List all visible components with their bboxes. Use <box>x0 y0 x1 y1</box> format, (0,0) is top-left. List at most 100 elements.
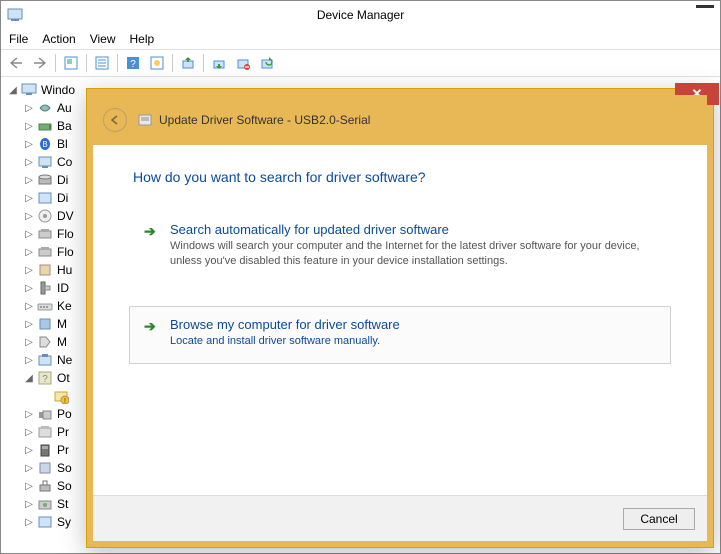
chevron-right-icon[interactable]: ▷ <box>23 499 35 510</box>
menu-view[interactable]: View <box>90 32 116 46</box>
dialog-footer: Cancel <box>93 495 707 541</box>
chevron-down-icon[interactable]: ◢ <box>23 373 35 384</box>
tree-item-label: Sy <box>57 515 71 529</box>
svg-text:?: ? <box>130 59 136 70</box>
device-category-icon <box>37 442 53 458</box>
show-hide-tree-icon[interactable] <box>60 52 82 74</box>
chevron-right-icon[interactable]: ▷ <box>23 463 35 474</box>
tree-item-label: Di <box>57 173 68 187</box>
tree-item-label: Pr <box>57 443 69 457</box>
chevron-right-icon[interactable]: ▷ <box>23 193 35 204</box>
tree-item-label: So <box>57 479 72 493</box>
help-icon[interactable]: ? <box>122 52 144 74</box>
device-category-icon <box>37 244 53 260</box>
device-category-icon: ? <box>37 370 53 386</box>
chevron-right-icon[interactable]: ▷ <box>23 319 35 330</box>
svg-text:B: B <box>42 140 47 149</box>
chevron-right-icon[interactable]: ▷ <box>23 355 35 366</box>
dialog-header: Update Driver Software - USB2.0-Serial <box>93 95 707 145</box>
chevron-right-icon[interactable]: ▷ <box>23 247 35 258</box>
chevron-right-icon[interactable]: ▷ <box>23 337 35 348</box>
tree-item-label: Co <box>57 155 72 169</box>
device-category-icon <box>37 208 53 224</box>
scan-hardware-icon[interactable] <box>256 52 278 74</box>
update-driver-dialog: ✕ Update Driver Software - USB2.0-Serial… <box>86 88 714 548</box>
chevron-right-icon[interactable]: ▷ <box>23 139 35 150</box>
arrow-right-icon: ➔ <box>144 222 160 269</box>
disable-icon[interactable] <box>232 52 254 74</box>
device-category-icon: B <box>37 136 53 152</box>
tree-item-label: Di <box>57 191 68 205</box>
chevron-right-icon[interactable]: ▷ <box>23 175 35 186</box>
device-category-icon <box>37 352 53 368</box>
chevron-right-icon[interactable]: ▷ <box>23 229 35 240</box>
device-category-icon <box>37 334 53 350</box>
device-category-icon <box>37 406 53 422</box>
tree-item-label: Ba <box>57 119 72 133</box>
tree-item-label: Flo <box>57 245 74 259</box>
window-title: Device Manager <box>317 8 404 22</box>
device-category-icon <box>37 100 53 116</box>
chevron-right-icon[interactable]: ▷ <box>23 211 35 222</box>
chevron-right-icon[interactable]: ▷ <box>23 157 35 168</box>
chevron-right-icon[interactable]: ▷ <box>23 445 35 456</box>
device-category-icon <box>37 226 53 242</box>
chevron-right-icon[interactable]: ▷ <box>23 427 35 438</box>
chevron-right-icon[interactable]: ▷ <box>23 265 35 276</box>
option-browse-computer[interactable]: ➔ Browse my computer for driver software… <box>129 306 671 364</box>
device-category-icon <box>37 262 53 278</box>
tree-item-label: Po <box>57 407 72 421</box>
device-category-icon <box>37 172 53 188</box>
back-icon[interactable] <box>5 52 27 74</box>
tree-item-label: Au <box>57 101 72 115</box>
toolbar: ? <box>1 49 720 77</box>
cancel-button[interactable]: Cancel <box>623 508 695 530</box>
option-title: Browse my computer for driver software <box>170 317 400 332</box>
device-category-icon <box>37 118 53 134</box>
device-category-icon <box>37 280 53 296</box>
device-category-icon <box>37 514 53 530</box>
uninstall-icon[interactable] <box>208 52 230 74</box>
update-driver-icon[interactable] <box>177 52 199 74</box>
option-search-auto[interactable]: ➔ Search automatically for updated drive… <box>129 211 671 284</box>
chevron-down-icon[interactable]: ◢ <box>7 85 19 96</box>
device-category-icon <box>37 478 53 494</box>
back-button[interactable] <box>103 108 127 132</box>
menu-help[interactable]: Help <box>130 32 155 46</box>
device-category-icon <box>37 496 53 512</box>
scan-icon[interactable] <box>146 52 168 74</box>
menu-action[interactable]: Action <box>42 32 75 46</box>
option-desc: Locate and install driver software manua… <box>170 334 400 349</box>
chevron-right-icon[interactable]: ▷ <box>23 283 35 294</box>
tree-item-label: Flo <box>57 227 74 241</box>
tree-item-label: So <box>57 461 72 475</box>
device-category-icon <box>37 190 53 206</box>
app-icon <box>7 7 23 23</box>
dialog-body: How do you want to search for driver sof… <box>93 145 707 495</box>
forward-icon[interactable] <box>29 52 51 74</box>
dialog-heading: How do you want to search for driver sof… <box>133 169 671 185</box>
menubar: File Action View Help <box>1 29 720 49</box>
device-category-icon <box>37 424 53 440</box>
tree-item-label: M <box>57 317 67 331</box>
svg-text:!: ! <box>64 398 66 404</box>
device-category-icon <box>37 298 53 314</box>
chevron-right-icon[interactable]: ▷ <box>23 517 35 528</box>
tree-item-label: Pr <box>57 425 69 439</box>
tree-item-label: M <box>57 335 67 349</box>
device-category-icon <box>37 154 53 170</box>
chevron-right-icon[interactable]: ▷ <box>23 121 35 132</box>
chevron-right-icon[interactable]: ▷ <box>23 103 35 114</box>
menu-file[interactable]: File <box>9 32 28 46</box>
chevron-right-icon[interactable]: ▷ <box>23 481 35 492</box>
dialog-title: Update Driver Software - USB2.0-Serial <box>159 113 370 127</box>
arrow-right-icon: ➔ <box>144 317 160 349</box>
device-category-icon <box>37 316 53 332</box>
tree-item-label: Ne <box>57 353 72 367</box>
chevron-right-icon[interactable]: ▷ <box>23 409 35 420</box>
properties-icon[interactable] <box>91 52 113 74</box>
computer-icon <box>21 82 37 98</box>
minimize-button[interactable] <box>696 5 714 8</box>
svg-text:?: ? <box>42 374 48 385</box>
chevron-right-icon[interactable]: ▷ <box>23 301 35 312</box>
